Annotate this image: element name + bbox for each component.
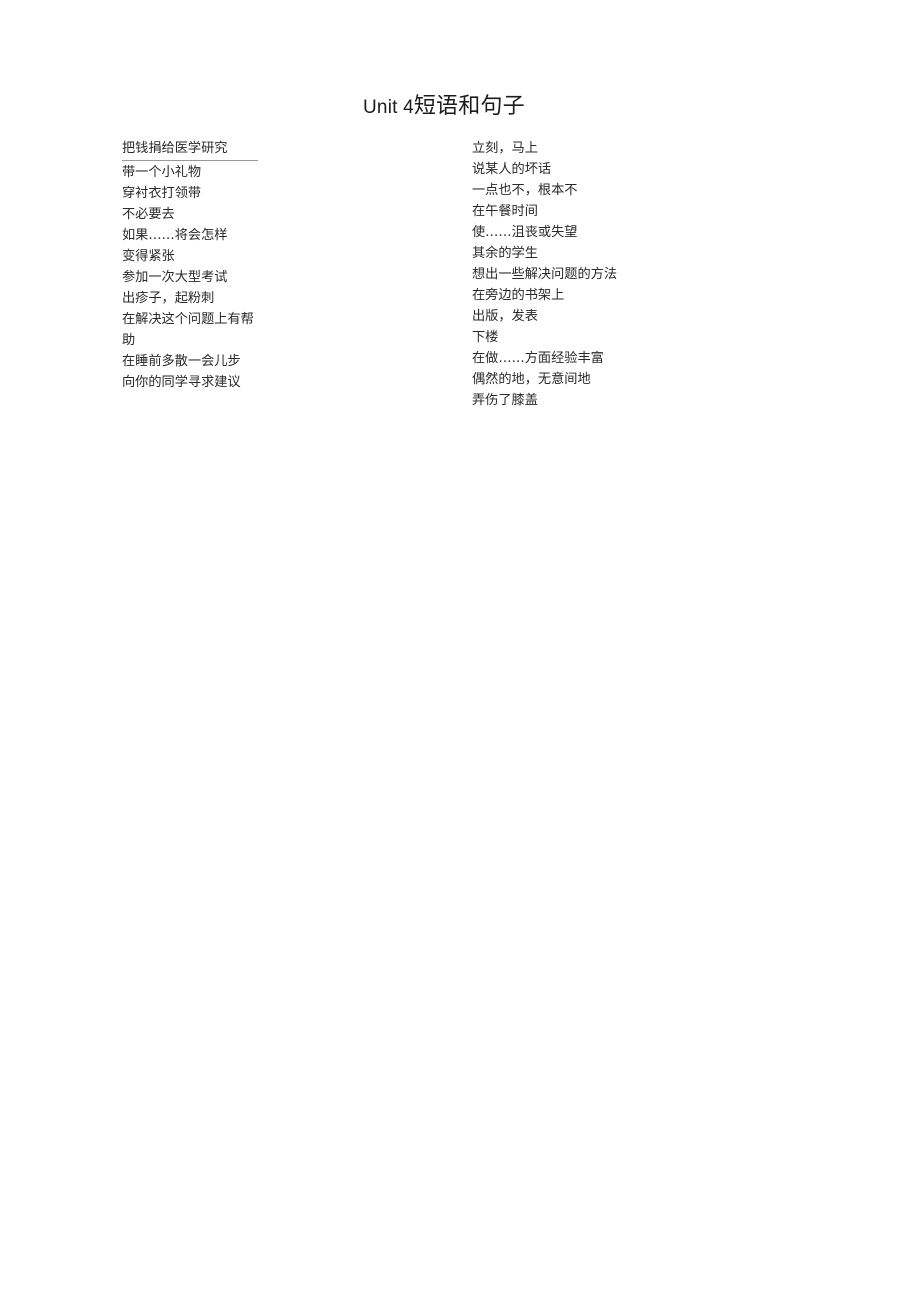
list-item: 穿衬衣打领带 <box>122 186 202 201</box>
page-title-latin: Unit 4 <box>363 97 414 118</box>
list-item: 出版，发表 <box>472 309 538 324</box>
list-item: 变得紧张 <box>122 249 175 264</box>
page-title: Unit 4短语和句子 <box>363 88 533 126</box>
page-title-han: 短语和句子 <box>413 94 525 119</box>
phrase-list-right: 立刻，马上 说某人的坏话 一点也不，根本不 在午餐时间 使……沮丧或失望 其余的… <box>472 138 632 428</box>
list-item: 使……沮丧或失望 <box>472 225 578 240</box>
phrase-list-left: 把钱捐给医学研究 带一个小礼物 穿衬衣打领带 不必要去 如果……将会怎样 变得紧… <box>122 138 258 394</box>
list-item: 在午餐时间 <box>472 204 538 219</box>
list-item: 偶然的地，无意间地 <box>472 372 591 387</box>
list-item: 弄伤了膝盖 <box>472 393 538 408</box>
list-item: 想出一些解决问题的方法 <box>472 267 618 282</box>
list-item: 说某人的坏话 <box>472 162 552 177</box>
list-item: 带一个小礼物 <box>122 165 202 180</box>
document-page: Unit 4短语和句子 把钱捐给医学研究 带一个小礼物 穿衬衣打领带 不必要去 … <box>0 0 920 1303</box>
list-item: 如果……将会怎样 <box>122 228 228 243</box>
list-item: 其余的学生 <box>472 246 538 261</box>
list-item: 一点也不，根本不 <box>472 183 578 198</box>
list-item: 向你的同学寻求建议 <box>122 375 241 390</box>
list-item: 在旁边的书架上 <box>472 288 565 303</box>
list-item: 出疹子，起粉刺 <box>122 291 215 306</box>
list-item: 参加一次大型考试 <box>122 270 228 285</box>
list-item: 在做……方面经验丰富 <box>472 351 604 366</box>
list-item: 不必要去 <box>122 207 175 222</box>
list-item: 在睡前多散一会儿步 <box>122 354 241 369</box>
list-item: 下楼 <box>472 330 499 345</box>
list-item: 在解决这个问题上有帮助 <box>122 312 254 348</box>
list-item: 把钱捐给医学研究 <box>122 138 258 161</box>
list-item: 立刻，马上 <box>472 141 538 156</box>
